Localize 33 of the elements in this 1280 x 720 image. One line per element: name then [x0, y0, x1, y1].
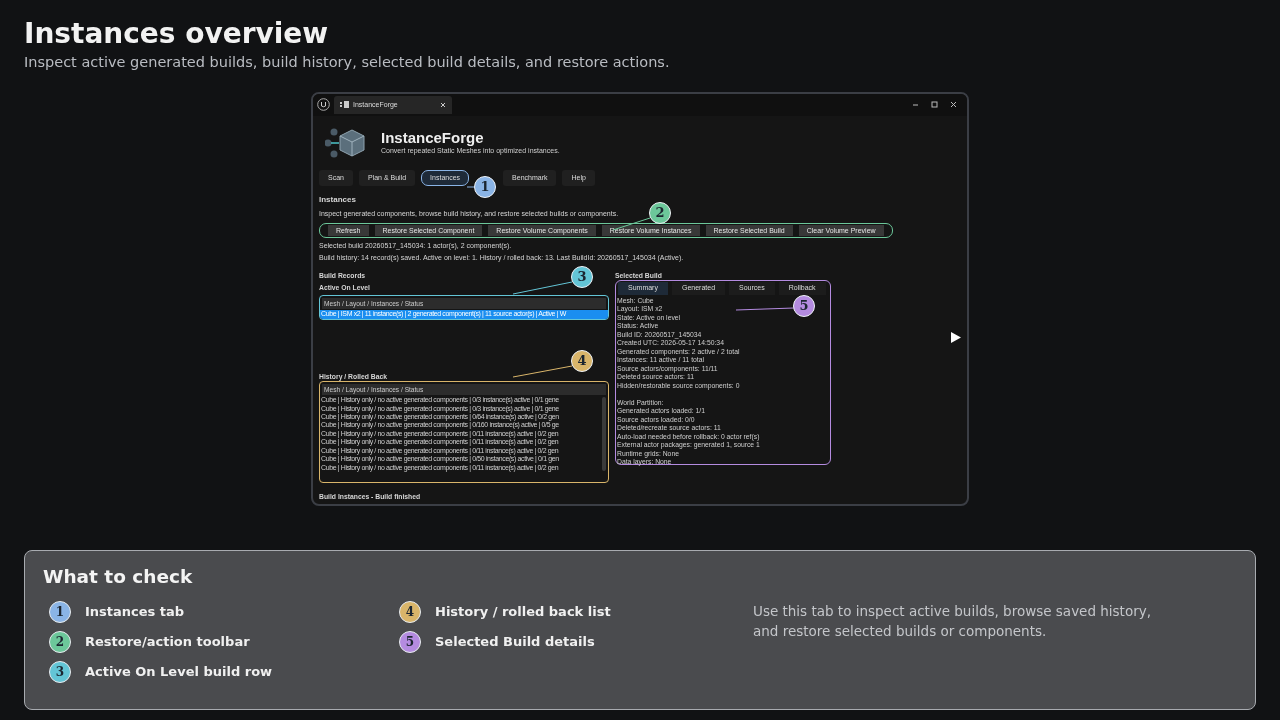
close-icon[interactable]: [950, 101, 957, 109]
next-arrow-icon[interactable]: [951, 331, 961, 343]
engine-logo-icon: [317, 98, 330, 112]
page-subtitle: Inspect active generated builds, build history, selected build details, and restore actions.: [24, 53, 671, 72]
checklist-label: Instances tab: [85, 602, 185, 621]
number-badge: 3: [49, 660, 71, 683]
leader-line: [466, 186, 475, 188]
number-badge: 2: [49, 630, 71, 653]
checklist-label: Selected Build details: [435, 632, 595, 651]
minimize-icon[interactable]: [912, 101, 919, 109]
scrollbar[interactable]: [602, 397, 606, 471]
cube-network-icon: [325, 127, 367, 158]
plugin-icon: [340, 101, 349, 109]
callout-marker: 5: [793, 294, 815, 317]
callout-marker: 1: [474, 175, 496, 198]
app-name: InstanceForge: [381, 129, 485, 146]
maximize-icon[interactable]: [931, 101, 938, 109]
leader-line: [512, 365, 573, 378]
checklist-label: Restore/action toolbar: [85, 632, 250, 651]
section-heading: Instances: [319, 195, 356, 206]
checklist-label: Active On Level build row: [85, 662, 273, 681]
callout-marker: 2: [649, 201, 671, 224]
number-badge: 5: [399, 630, 421, 653]
number-badge: 4: [399, 600, 421, 623]
close-icon[interactable]: [440, 101, 446, 108]
leader-line: [735, 307, 795, 311]
card-title: What to check: [43, 564, 194, 589]
number-badge: 1: [49, 600, 71, 623]
page-title: Instances overview: [24, 18, 330, 50]
checklist-note: Use this tab to inspect active builds, browse saved history, and restore selected builds or components.: [753, 601, 1152, 641]
callout-marker: 4: [571, 349, 593, 372]
callout-marker: 3: [571, 265, 593, 288]
checklist-label: History / rolled back list: [435, 602, 611, 621]
